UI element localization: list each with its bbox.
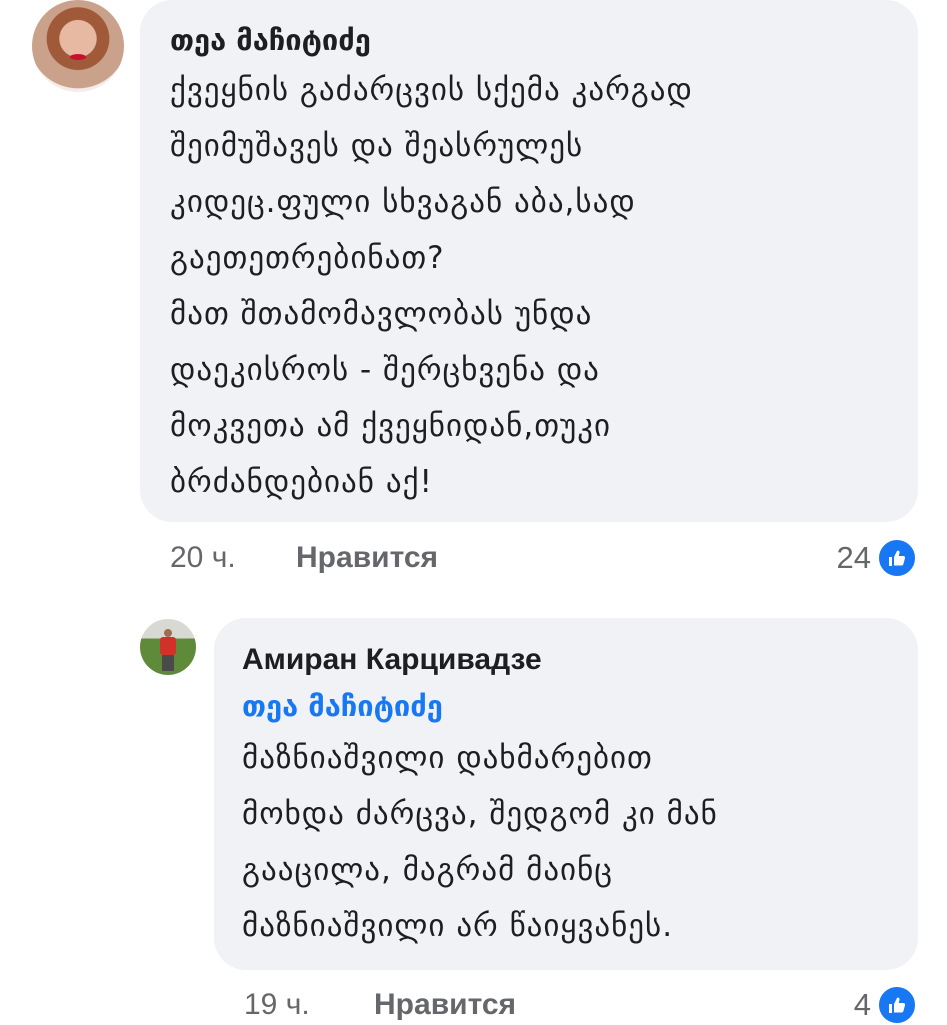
comment-time[interactable]: 20 ч. [170, 538, 236, 578]
comment-meta: 20 ч. Нравится [170, 538, 438, 578]
reaction-count: 24 [836, 540, 871, 575]
reaction-count: 4 [853, 987, 871, 1022]
thumbs-up-icon [877, 538, 917, 578]
thumbs-up-icon [877, 985, 917, 1025]
comment-text: მაზნიაშვილი დახმარებით მოხდა ძარცვა, შედ… [242, 740, 718, 944]
comment-meta: 19 ч. Нравится [244, 985, 516, 1025]
avatar[interactable] [140, 619, 196, 675]
reaction-summary[interactable]: 4 [854, 985, 917, 1025]
comment-bubble: თეა მაჩიტიძე ქვეყნის გაძარცვის სქემა კარ… [140, 0, 918, 522]
comment-text: ქვეყნის გაძარცვის სქემა კარგად შეიმუშავე… [170, 72, 693, 500]
avatar-detail [164, 629, 172, 637]
comment-author[interactable]: Амиран Карцивадзе [242, 638, 890, 682]
mention-link[interactable]: თეა მაჩიტიძე [242, 682, 890, 730]
avatar-detail [160, 637, 176, 655]
reaction-summary[interactable]: 24 [837, 538, 917, 578]
avatar-detail [70, 54, 86, 60]
like-button[interactable]: Нравится [374, 985, 516, 1025]
avatar-detail [162, 655, 174, 671]
comment-time[interactable]: 19 ч. [244, 985, 310, 1025]
avatar[interactable] [32, 0, 124, 92]
like-button[interactable]: Нравится [296, 538, 438, 578]
reply-bubble: Амиран Карцивадзе თეა მაჩიტიძე მაზნიაშვი… [214, 618, 918, 970]
comment-author[interactable]: თეა მაჩიტიძე [170, 18, 890, 62]
